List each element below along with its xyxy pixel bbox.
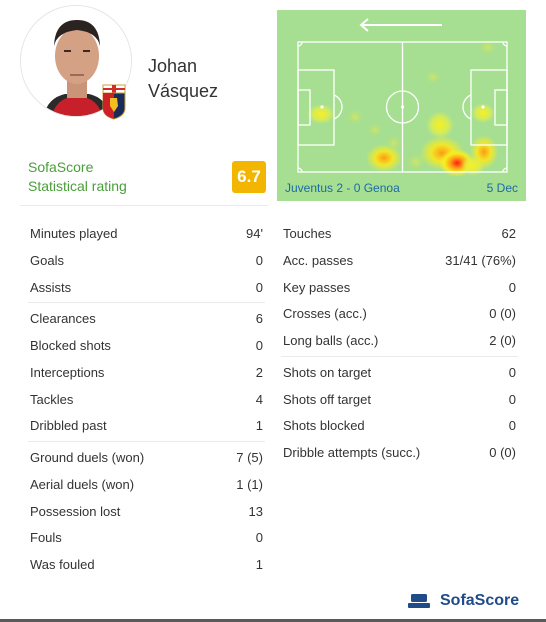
stat-value: 0 xyxy=(255,529,263,545)
stat-row: Shots off target 0 xyxy=(283,390,516,408)
stat-label: Shots blocked xyxy=(283,417,365,433)
stat-row: Ground duels (won) 7 (5) xyxy=(30,448,263,466)
stat-row: Clearances 6 xyxy=(30,309,263,327)
stat-label: Long balls (acc.) xyxy=(283,332,379,348)
stat-row: Acc. passes 31/41 (76%) xyxy=(283,251,516,269)
stat-row: Dribbled past 1 xyxy=(30,416,263,434)
stat-value: 4 xyxy=(255,391,263,407)
stat-label: Dribbled past xyxy=(30,417,107,433)
stat-label: Clearances xyxy=(30,310,96,326)
stat-row: Assists 0 xyxy=(30,278,263,296)
stat-label: Aerial duels (won) xyxy=(30,476,135,492)
stat-label: Shots off target xyxy=(283,391,371,407)
stat-row: Aerial duels (won) 1 (1) xyxy=(30,475,263,493)
stat-value: 0 xyxy=(255,337,263,353)
stat-row: Fouls 0 xyxy=(30,528,263,546)
stat-value: 2 xyxy=(255,364,263,380)
stat-value: 13 xyxy=(248,503,263,519)
stat-label: Acc. passes xyxy=(283,252,354,268)
stat-row: Blocked shots 0 xyxy=(30,336,263,354)
stat-value: 1 xyxy=(255,556,263,572)
stat-label: Possession lost xyxy=(30,503,121,519)
stat-row: Crosses (acc.) 0 (0) xyxy=(283,304,516,322)
stat-row: Long balls (acc.) 2 (0) xyxy=(283,331,516,349)
stat-label: Touches xyxy=(283,225,332,241)
stat-row: Interceptions 2 xyxy=(30,363,263,381)
stat-row: Goals 0 xyxy=(30,251,263,269)
stat-row: Shots on target 0 xyxy=(283,363,516,381)
stat-label: Crosses (acc.) xyxy=(283,305,367,321)
stat-value: 0 xyxy=(255,279,263,295)
stat-label: Blocked shots xyxy=(30,337,111,353)
stats-left: Minutes played 94' Goals 0 Assists 0 Cleara… xyxy=(30,0,263,622)
stat-value: 2 (0) xyxy=(489,332,516,348)
stat-label: Fouls xyxy=(30,529,62,545)
stat-value: 7 (5) xyxy=(236,449,263,465)
stat-label: Minutes played xyxy=(30,225,118,241)
stat-value: 0 xyxy=(508,391,516,407)
stat-label: Shots on target xyxy=(283,364,372,380)
stat-row: Minutes played 94' xyxy=(30,224,263,242)
stat-value: 0 (0) xyxy=(489,444,516,460)
stat-value: 62 xyxy=(501,225,516,241)
stat-value: 0 xyxy=(508,279,516,295)
stats-right: Touches 62 Acc. passes 31/41 (76%) Key pas… xyxy=(283,0,516,622)
sofa-icon xyxy=(408,594,430,608)
stats-divider xyxy=(28,441,265,442)
stat-value: 94' xyxy=(246,225,263,241)
stat-value: 31/41 (76%) xyxy=(445,252,516,268)
stat-label: Assists xyxy=(30,279,72,295)
stat-value: 1 xyxy=(255,417,263,433)
stat-value: 0 xyxy=(508,417,516,433)
brand-name: SofaScore xyxy=(440,592,520,609)
stat-label: Interceptions xyxy=(30,364,105,380)
stat-row: Shots blocked 0 xyxy=(283,416,516,434)
stat-row: Was fouled 1 xyxy=(30,555,263,573)
stat-row: Possession lost 13 xyxy=(30,502,263,520)
stat-label: Tackles xyxy=(30,391,74,407)
stat-value: 6 xyxy=(255,310,263,326)
stat-value: 0 xyxy=(255,252,263,268)
stat-row: Tackles 4 xyxy=(30,390,263,408)
stat-row: Touches 62 xyxy=(283,224,516,242)
stat-label: Dribble attempts (succ.) xyxy=(283,444,421,460)
stats-divider xyxy=(281,356,518,357)
stat-row: Key passes 0 xyxy=(283,278,516,296)
stat-value: 1 (1) xyxy=(236,476,263,492)
stat-label: Ground duels (won) xyxy=(30,449,145,465)
stat-value: 0 xyxy=(508,364,516,380)
stat-label: Was fouled xyxy=(30,556,95,572)
stat-label: Goals xyxy=(30,252,64,268)
stats-divider xyxy=(28,302,265,303)
stat-row: Dribble attempts (succ.) 0 (0) xyxy=(283,443,516,461)
stat-label: Key passes xyxy=(283,279,351,295)
stat-value: 0 (0) xyxy=(489,305,516,321)
sofascore-logo[interactable]: SofaScore xyxy=(408,592,519,610)
